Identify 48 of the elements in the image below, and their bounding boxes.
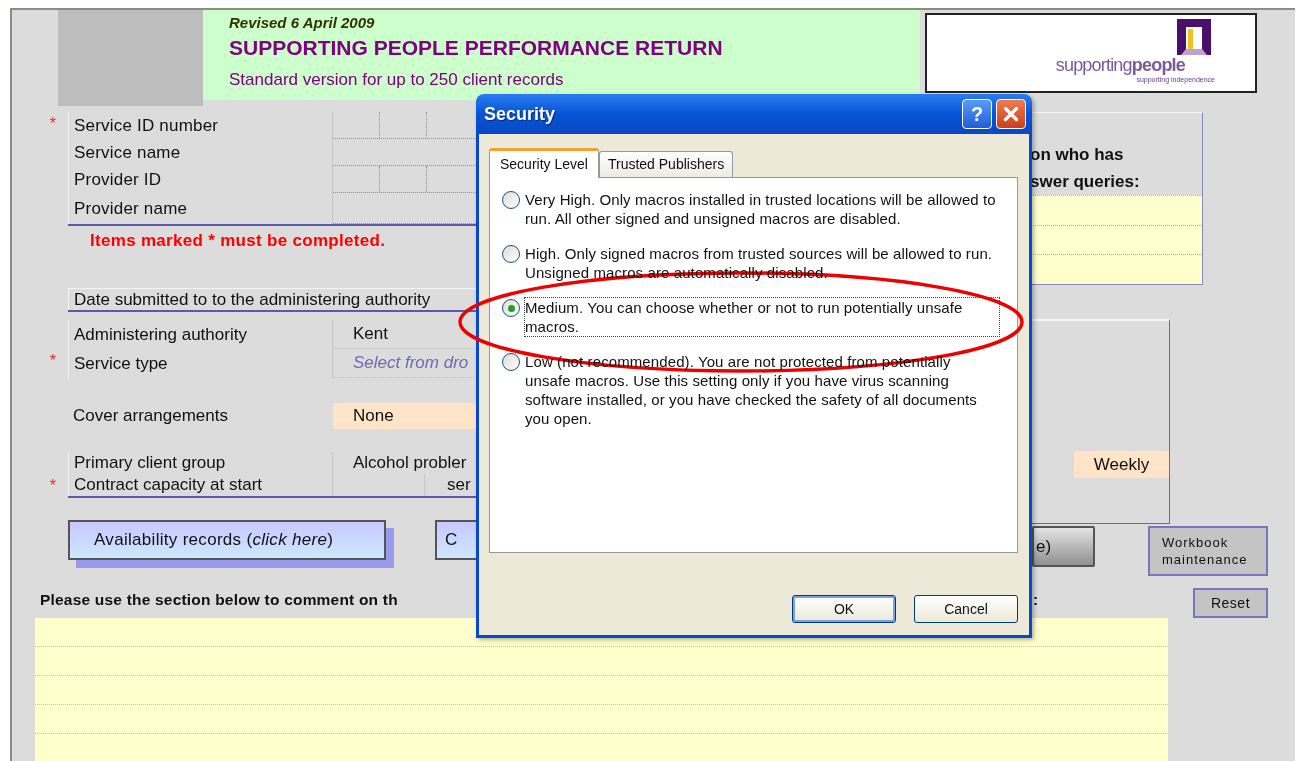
required-note: Items marked * must be completed. [90, 230, 386, 253]
dialog-tab[interactable]: Trusted Publishers [598, 151, 734, 177]
option-text: Medium. You can choose whether or not to run potentially unsafe macros. [525, 298, 999, 336]
field-label: Service ID number [74, 114, 219, 137]
field-label: Contract capacity at start [74, 474, 263, 497]
field-label: Date submitted to to the administering authority [74, 288, 431, 311]
contact-input-field[interactable] [1030, 254, 1202, 284]
value-cell-text: ser [446, 474, 471, 497]
dialog-button[interactable]: Cancel [914, 595, 1018, 623]
sheet-button[interactable]: C [435, 520, 476, 560]
page-subtitle: Standard version for up to 250 client records [229, 69, 565, 91]
comment-heading-end: : [1033, 590, 1039, 611]
contact-heading: swer queries: [1030, 170, 1141, 193]
radio-button[interactable] [502, 299, 520, 317]
radio-button[interactable] [502, 245, 520, 263]
dropdown-field[interactable]: Select from dro [333, 350, 469, 376]
field-label: Cover arrangements [73, 405, 228, 428]
field-label: Provider ID [74, 168, 162, 191]
value-cell-text: Alcohol probler [352, 452, 467, 475]
radio-button[interactable] [502, 191, 520, 209]
field-label: Service type [74, 352, 168, 375]
logo-wordmark: supportingpeople [1055, 55, 1185, 75]
revision-date: Revised 6 April 2009 [229, 13, 376, 33]
dialog-button[interactable]: OK [792, 595, 896, 623]
contact-input-field[interactable] [1030, 195, 1202, 225]
reset-button[interactable]: Reset [1193, 588, 1268, 618]
field-label: Provider name [74, 197, 188, 220]
dialog-title: Security [484, 102, 556, 126]
radio-button[interactable] [502, 353, 520, 371]
workbook-maintenance-button[interactable]: Workbook maintenance [1148, 526, 1268, 576]
dropdown-field[interactable]: None [333, 403, 476, 429]
frequency-field[interactable]: Weekly [1074, 451, 1169, 478]
field-label: Administering authority [74, 323, 247, 346]
help-button[interactable]: ? [962, 99, 992, 129]
value-cell-text: Kent [352, 323, 388, 346]
option-text: Very High. Only macros installed in trusted locations will be allowed to run. All other signed and unsigned macros are disabled. [525, 190, 997, 228]
required-mark: * [49, 478, 56, 494]
comment-area[interactable] [35, 618, 1168, 761]
field-label: Service name [74, 141, 181, 164]
field-label: Primary client group [74, 452, 226, 475]
close-button[interactable] [996, 99, 1026, 129]
comment-heading: Please use the section below to comment on th [40, 590, 398, 611]
page-title: SUPPORTING PEOPLE PERFORMANCE RETURN [229, 35, 724, 61]
required-mark: * [49, 353, 56, 369]
sheet-button[interactable]: e) [1032, 526, 1095, 567]
dialog-tab[interactable]: Security Level [489, 148, 599, 178]
required-mark: * [49, 116, 56, 132]
door-logo-icon [1177, 19, 1211, 55]
